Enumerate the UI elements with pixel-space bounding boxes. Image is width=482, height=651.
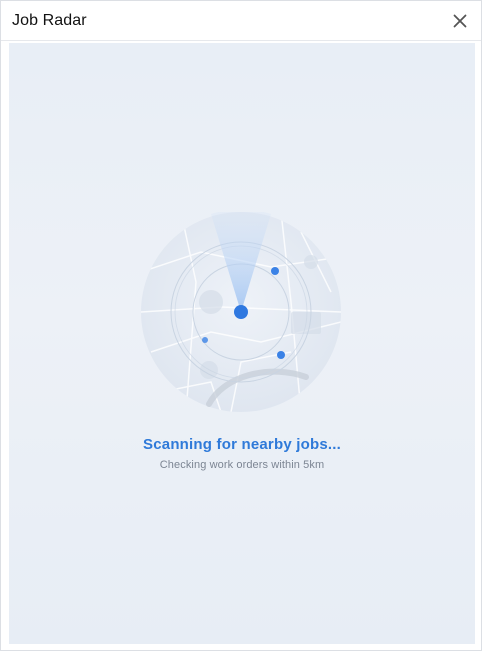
job-blip[interactable] — [277, 351, 285, 359]
current-location-dot — [234, 305, 248, 319]
window-title: Job Radar — [12, 12, 87, 29]
radar-panel: Scanning for nearby jobs... Checking wor… — [9, 43, 475, 644]
close-icon — [453, 14, 467, 28]
scanning-status-title: Scanning for nearby jobs... — [143, 436, 341, 453]
title-bar: Job Radar — [1, 1, 481, 41]
job-blip[interactable] — [202, 337, 208, 343]
radar-graphic — [141, 209, 341, 412]
job-radar-window: Job Radar Scanning for nearby jobs... Ch… — [0, 0, 482, 651]
job-blip[interactable] — [271, 267, 279, 275]
scanning-status-subtitle: Checking work orders within 5km — [159, 459, 325, 471]
close-button[interactable] — [449, 10, 471, 32]
radar-display — [141, 209, 341, 412]
